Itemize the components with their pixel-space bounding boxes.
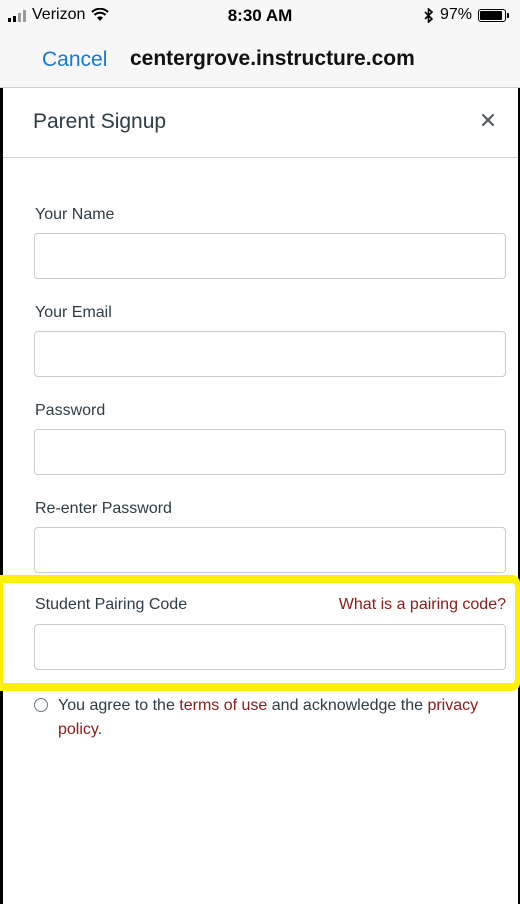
password-label: Password <box>35 402 106 419</box>
agreement-text: You agree to the terms of use and acknow… <box>58 694 504 742</box>
page-domain: centergrove.instructure.com <box>130 47 415 70</box>
agreement: You agree to the terms of use and acknow… <box>34 694 504 742</box>
status-bar: Verizon 8:30 AM 97% <box>0 0 520 34</box>
agree-prefix: You agree to the <box>58 697 180 714</box>
close-icon[interactable] <box>476 108 500 132</box>
password-field[interactable] <box>34 429 506 475</box>
name-field[interactable] <box>34 233 506 279</box>
modal-title: Parent Signup <box>33 110 167 133</box>
terms-link[interactable]: terms of use <box>179 697 267 714</box>
battery-area: 97% <box>424 6 509 24</box>
nav-bar: Cancel centergrove.instructure.com <box>0 34 520 88</box>
battery-icon <box>478 8 509 22</box>
agree-suffix: . <box>97 721 103 738</box>
email-field[interactable] <box>34 331 506 377</box>
battery-percent: 97% <box>439 6 472 23</box>
email-label: Your Email <box>35 304 112 321</box>
reenter-password-label: Re-enter Password <box>35 500 172 517</box>
pairing-code-label: Student Pairing Code <box>35 596 188 613</box>
modal-header: Parent Signup <box>3 88 518 158</box>
cancel-button[interactable]: Cancel <box>42 48 107 72</box>
frame-border-left <box>0 88 3 904</box>
name-label: Your Name <box>35 206 115 223</box>
agree-middle: and acknowledge the <box>267 697 428 714</box>
pairing-help-link[interactable]: What is a pairing code? <box>339 596 506 614</box>
bluetooth-icon <box>424 7 434 23</box>
pairing-code-field[interactable] <box>34 624 506 670</box>
agree-checkbox[interactable] <box>34 698 48 712</box>
reenter-password-field[interactable] <box>34 527 506 573</box>
